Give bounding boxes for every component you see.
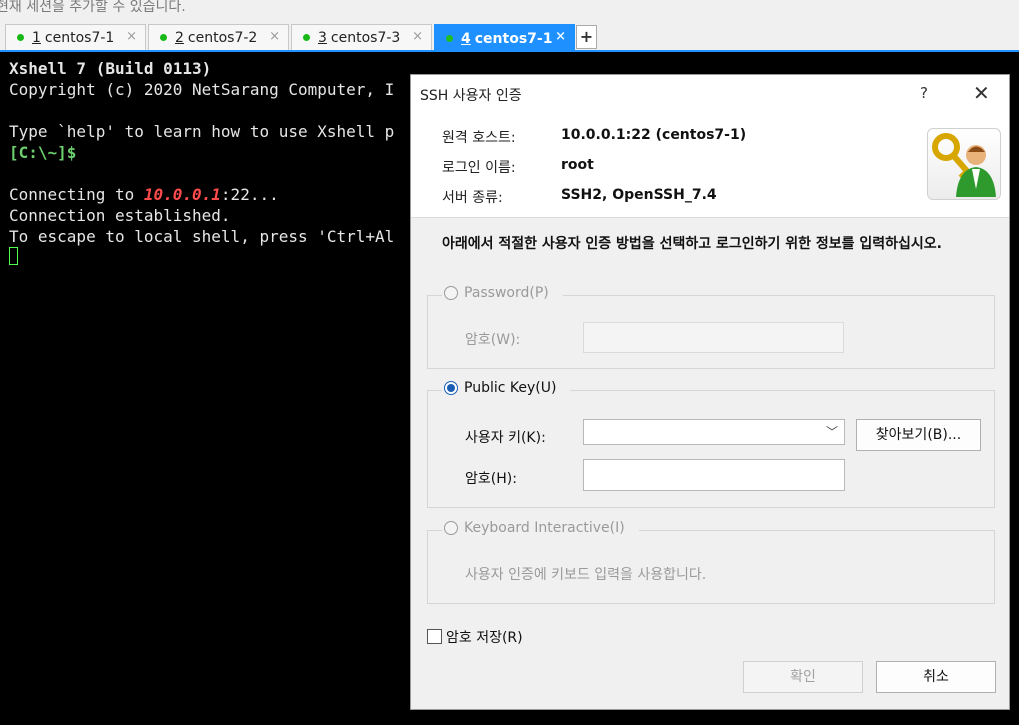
- tab-label: centos7-2: [187, 29, 258, 46]
- tab-close-icon[interactable]: ×: [269, 29, 280, 44]
- tab-close-icon[interactable]: ×: [555, 29, 566, 44]
- tab-label: centos7-1: [44, 29, 115, 46]
- ssh-auth-dialog: SSH 사용자 인증 ? ✕ 원격 호스트: 10.0.0.1:22 (cent…: [410, 74, 1010, 710]
- password-option-text: Password(P): [464, 285, 549, 301]
- keyboard-interactive-radio-label[interactable]: Keyboard Interactive(I): [442, 520, 639, 536]
- password-radio-label[interactable]: Password(P): [442, 285, 563, 301]
- terminal-line: Copyright (c) 2020 NetSarang Computer, I: [9, 80, 395, 99]
- login-name-label: 로그인 이름:: [442, 160, 516, 176]
- public-key-group: Public Key(U) 사용자 키(K): ﹀ 찾아보기(B)... 암호(…: [427, 380, 995, 508]
- tab-number: 3: [318, 29, 327, 46]
- connected-status-icon: [446, 35, 453, 42]
- connecting-port: :22...: [220, 185, 279, 204]
- terminal-cursor: [9, 247, 18, 265]
- tab-session-1[interactable]: 1 centos7-1 ×: [5, 24, 146, 50]
- remote-host-label: 원격 호스트:: [442, 130, 516, 146]
- public-key-radio[interactable]: [444, 381, 458, 395]
- password-input: [583, 322, 844, 353]
- key-passphrase-label: 암호(H):: [465, 471, 517, 487]
- connecting-host: 10.0.0.1: [143, 185, 221, 204]
- connected-status-icon: [160, 34, 167, 41]
- add-tab-button[interactable]: +: [576, 25, 597, 49]
- terminal-line: Type `help' to learn how to use Xshell p: [9, 122, 395, 141]
- key-passphrase-input[interactable]: [583, 459, 845, 491]
- ok-button[interactable]: 확인: [743, 661, 863, 693]
- close-button[interactable]: ✕: [973, 81, 990, 105]
- user-key-icon: [927, 128, 1001, 200]
- password-radio[interactable]: [444, 286, 458, 300]
- tab-number: 2: [175, 29, 184, 46]
- browse-button[interactable]: 찾아보기(B)...: [856, 419, 981, 451]
- tab-session-3[interactable]: 3 centos7-3 ×: [291, 24, 432, 50]
- keyboard-interactive-group: Keyboard Interactive(I) 사용자 인증에 키보드 입력을 …: [427, 520, 995, 604]
- connecting-text: Connecting to: [9, 185, 144, 204]
- terminal-line: Connecting to 10.0.0.1:22...: [9, 184, 279, 205]
- login-name-value: root: [561, 157, 594, 173]
- tab-session-2[interactable]: 2 centos7-2 ×: [148, 24, 289, 50]
- keyboard-interactive-description: 사용자 인증에 키보드 입력을 사용합니다.: [465, 567, 707, 583]
- remote-host-value: 10.0.0.1:22 (centos7-1): [561, 127, 747, 143]
- save-password-checkbox[interactable]: [427, 629, 442, 644]
- tab-number: 1: [32, 29, 41, 46]
- save-password-label[interactable]: 암호 저장(R): [446, 627, 523, 647]
- connected-status-icon: [17, 34, 24, 41]
- session-hint-bar: 현재 세션을 추가할 수 있습니다.: [0, 0, 1019, 22]
- password-group: Password(P) 암호(W):: [427, 285, 995, 369]
- public-key-option-text: Public Key(U): [464, 380, 557, 396]
- dialog-title: SSH 사용자 인증: [420, 88, 522, 104]
- tab-session-4-active[interactable]: 4 centos7-1 ×: [434, 24, 575, 52]
- tab-label: centos7-1: [474, 30, 553, 47]
- session-hint-text: 현재 세션을 추가할 수 있습니다.: [0, 0, 186, 15]
- server-type-label: 서버 종류:: [442, 190, 503, 206]
- password-field-label: 암호(W):: [465, 332, 521, 348]
- cancel-button[interactable]: 취소: [876, 661, 996, 693]
- tab-number: 4: [461, 30, 471, 47]
- keyboard-interactive-radio[interactable]: [444, 521, 458, 535]
- public-key-radio-label[interactable]: Public Key(U): [442, 380, 571, 396]
- keyboard-interactive-option-text: Keyboard Interactive(I): [464, 520, 625, 536]
- tab-label: centos7-3: [330, 29, 401, 46]
- terminal-line: Xshell 7 (Build 0113): [9, 59, 212, 78]
- terminal-prompt: [C:\~]$: [9, 143, 77, 162]
- server-type-value: SSH2, OpenSSH_7.4: [561, 187, 717, 203]
- connected-status-icon: [303, 34, 310, 41]
- instruction-text: 아래에서 적절한 사용자 인증 방법을 선택하고 로그인하기 위한 정보를 입력…: [442, 236, 942, 252]
- user-key-select[interactable]: ﹀: [583, 419, 845, 445]
- user-key-label: 사용자 키(K):: [465, 430, 546, 446]
- tab-close-icon[interactable]: ×: [126, 29, 137, 44]
- dialog-header: SSH 사용자 인증 ? ✕ 원격 호스트: 10.0.0.1:22 (cent…: [411, 75, 1009, 218]
- tab-bar: 1 centos7-1 × 2 centos7-2 × 3 centos7-3 …: [0, 22, 1019, 52]
- terminal-line: To escape to local shell, press 'Ctrl+Al: [9, 227, 395, 246]
- help-button[interactable]: ?: [920, 84, 928, 102]
- tab-close-icon[interactable]: ×: [412, 29, 423, 44]
- chevron-down-icon: ﹀: [825, 425, 838, 439]
- terminal-line: Connection established.: [9, 206, 231, 225]
